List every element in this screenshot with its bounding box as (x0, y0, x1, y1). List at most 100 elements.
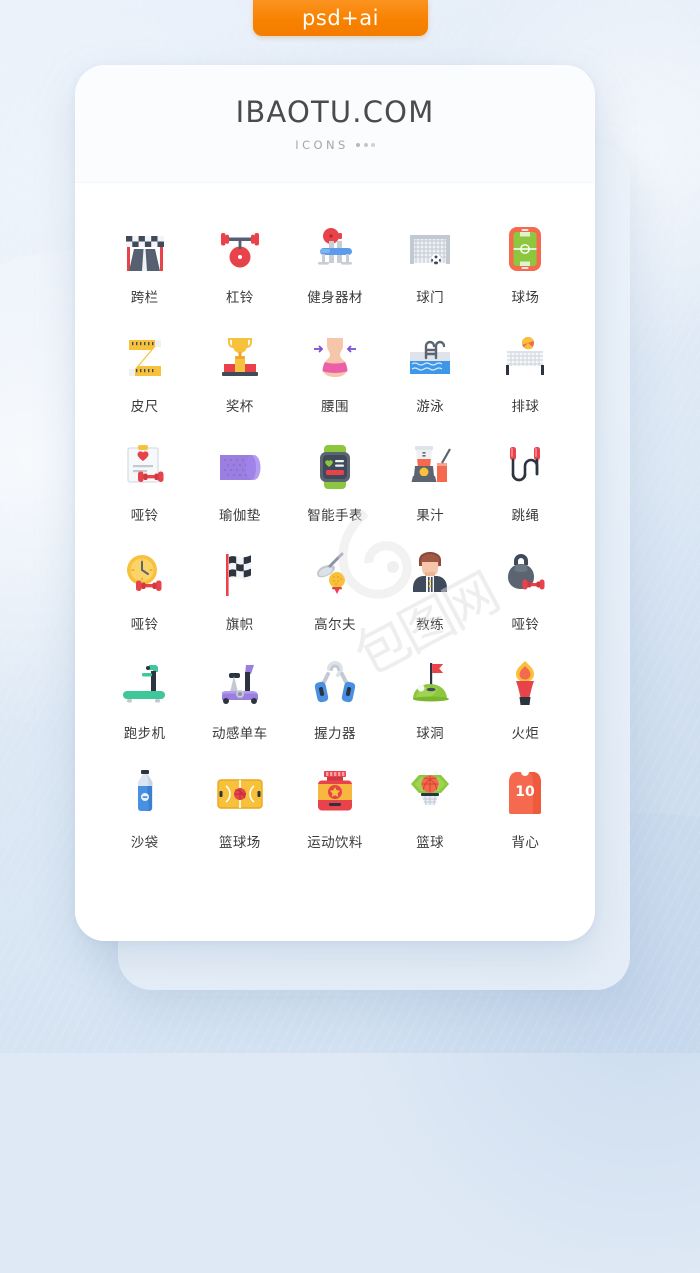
sports-drink-icon (307, 766, 363, 822)
icon-grid: 跨栏 杠铃 健身器材 球门 球场 皮尺 奖杯 腰围 游泳 排球 哑铃 瑜伽垫 智… (97, 221, 573, 851)
icon-label: 瑜伽垫 (218, 508, 261, 524)
psd-ai-badge-label: psd+ai (302, 6, 379, 30)
icon-cell[interactable]: 游泳 (383, 330, 478, 415)
icon-cell[interactable]: 跑步机 (97, 657, 192, 742)
icon-cell[interactable]: 腰围 (287, 330, 382, 415)
icon-label: 球门 (416, 290, 445, 306)
icon-cell[interactable]: 果汁 (383, 439, 478, 524)
card-subtitle: ICONS (295, 138, 349, 152)
icon-label: 游泳 (416, 399, 445, 415)
icon-label: 高尔夫 (314, 617, 356, 633)
hand-gripper-icon (307, 657, 363, 713)
icon-label: 排球 (511, 399, 540, 415)
icon-cell[interactable]: 球门 (383, 221, 478, 306)
icon-cell[interactable]: 哑铃 (97, 439, 192, 524)
icon-label: 动感单车 (211, 726, 268, 742)
icon-cell[interactable]: 哑铃 (97, 548, 192, 633)
hurdle-finish-line-icon (117, 221, 173, 277)
icon-label: 篮球场 (218, 835, 261, 851)
jersey-vest-icon: 10 (497, 766, 553, 822)
icon-cell[interactable]: 高尔夫 (287, 548, 382, 633)
icon-cell[interactable]: 跳绳 (478, 439, 573, 524)
clipboard-dumbbell-icon (117, 439, 173, 495)
icon-set-card: IBAOTU.COM ICONS 跨栏 杠铃 健身器材 球门 球场 皮尺 奖杯 … (75, 65, 595, 941)
icon-label: 哑铃 (130, 508, 159, 524)
soccer-field-icon (497, 221, 553, 277)
icon-cell[interactable]: 沙袋 (97, 766, 192, 851)
page-title: IBAOTU.COM (235, 95, 435, 129)
icon-label: 运动饮料 (307, 835, 363, 851)
icon-cell[interactable]: 跨栏 (97, 221, 192, 306)
icon-label: 沙袋 (130, 835, 159, 851)
icon-cell[interactable]: 杠铃 (192, 221, 287, 306)
weight-bench-icon (307, 221, 363, 277)
icon-cell[interactable]: 教练 (383, 548, 478, 633)
basketball-hoop-icon (402, 766, 458, 822)
svg-text:10: 10 (516, 784, 536, 800)
icon-cell[interactable]: 火炬 (478, 657, 573, 742)
icon-grid-panel: 跨栏 杠铃 健身器材 球门 球场 皮尺 奖杯 腰围 游泳 排球 哑铃 瑜伽垫 智… (75, 182, 595, 941)
icon-cell[interactable]: 健身器材 (287, 221, 382, 306)
basketball-court-icon (212, 766, 268, 822)
icon-label: 果汁 (416, 508, 445, 524)
icon-cell[interactable]: 球场 (478, 221, 573, 306)
icon-cell[interactable]: 篮球场 (192, 766, 287, 851)
kettlebell-dumbbell-icon (497, 548, 553, 604)
spinning-bike-icon (212, 657, 268, 713)
icon-label: 哑铃 (511, 617, 540, 633)
tape-measure-icon (117, 330, 173, 386)
icon-label: 跑步机 (123, 726, 166, 742)
icon-cell[interactable]: 奖杯 (192, 330, 287, 415)
icon-cell[interactable]: 球洞 (383, 657, 478, 742)
icon-cell[interactable]: 10 背心 (478, 766, 573, 851)
icon-label: 健身器材 (307, 290, 363, 306)
psd-ai-badge: psd+ai (253, 0, 428, 36)
icon-label: 握力器 (314, 726, 356, 742)
icon-label: 腰围 (321, 399, 349, 415)
golf-club-ball-icon (307, 548, 363, 604)
yoga-mat-icon (212, 439, 268, 495)
icon-label: 教练 (416, 617, 445, 633)
smart-watch-icon (307, 439, 363, 495)
three-dots-icon (355, 142, 375, 148)
coach-referee-icon (402, 548, 458, 604)
torch-icon (497, 657, 553, 713)
icon-label: 跳绳 (511, 508, 540, 524)
icon-cell[interactable]: 运动饮料 (287, 766, 382, 851)
waistline-icon (307, 330, 363, 386)
golf-hole-icon (402, 657, 458, 713)
icon-label: 球场 (511, 290, 540, 306)
icon-label: 火炬 (511, 726, 540, 742)
icon-label: 球洞 (416, 726, 445, 742)
icon-cell[interactable]: 排球 (478, 330, 573, 415)
jump-rope-icon (497, 439, 553, 495)
icon-label: 杠铃 (225, 290, 254, 306)
checkered-flag-icon (212, 548, 268, 604)
soccer-goal-icon (402, 221, 458, 277)
clock-dumbbell-icon (117, 548, 173, 604)
card-header: IBAOTU.COM ICONS (75, 65, 595, 182)
treadmill-icon (117, 657, 173, 713)
juice-blender-icon (402, 439, 458, 495)
icon-cell[interactable]: 智能手表 (287, 439, 382, 524)
trophy-podium-icon (212, 330, 268, 386)
icon-label: 智能手表 (307, 508, 363, 524)
icon-label: 哑铃 (130, 617, 159, 633)
icon-cell[interactable]: 动感单车 (192, 657, 287, 742)
icon-cell[interactable]: 旗帜 (192, 548, 287, 633)
icon-cell[interactable]: 皮尺 (97, 330, 192, 415)
punching-bag-icon (117, 766, 173, 822)
volleyball-net-icon (497, 330, 553, 386)
icon-label: 奖杯 (225, 399, 254, 415)
icon-label: 篮球 (416, 835, 445, 851)
icon-cell[interactable]: 瑜伽垫 (192, 439, 287, 524)
swimming-pool-icon (402, 330, 458, 386)
icon-label: 跨栏 (130, 290, 159, 306)
icon-label: 背心 (511, 835, 540, 851)
card-subtitle-row: ICONS (295, 138, 375, 152)
icon-cell[interactable]: 哑铃 (478, 548, 573, 633)
barbell-icon (212, 221, 268, 277)
icon-cell[interactable]: 握力器 (287, 657, 382, 742)
icon-label: 旗帜 (225, 617, 254, 633)
icon-cell[interactable]: 篮球 (383, 766, 478, 851)
